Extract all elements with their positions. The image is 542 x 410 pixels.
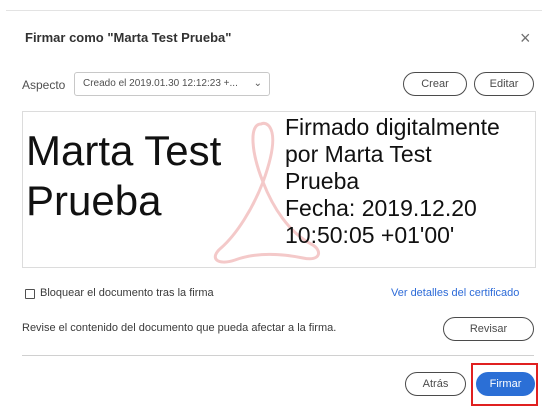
signature-name-line: Prueba (26, 177, 162, 224)
aspect-dropdown[interactable]: Creado el 2019.01.30 12:12:23 +... ⌄ (74, 72, 270, 96)
edit-button[interactable]: Editar (474, 72, 534, 96)
review-message: Revise el contenido del documento que pu… (22, 322, 337, 334)
signature-preview: Marta Test Prueba Firmado digitalmente p… (22, 111, 536, 268)
create-button[interactable]: Crear (403, 72, 467, 96)
dialog-title: Firmar como "Marta Test Prueba" (25, 30, 232, 45)
lock-document-checkbox[interactable] (25, 289, 35, 299)
signature-detail-line: por Marta Test (285, 141, 432, 167)
close-icon[interactable]: × (520, 29, 531, 47)
signature-detail-line: 10:50:05 +01'00' (285, 222, 455, 248)
aspect-selected-value: Creado el 2019.01.30 12:12:23 +... (83, 78, 238, 89)
signature-detail-line: Firmado digitalmente (285, 114, 500, 140)
chevron-down-icon: ⌄ (253, 78, 262, 89)
footer-divider (22, 355, 534, 356)
aspect-label: Aspecto (22, 78, 66, 92)
review-button[interactable]: Revisar (443, 317, 534, 341)
sign-button-highlight (471, 363, 538, 406)
top-divider (6, 10, 542, 11)
signature-name: Marta Test Prueba (26, 126, 288, 226)
back-button[interactable]: Atrás (405, 372, 466, 396)
signature-details: Firmado digitalmente por Marta Test Prue… (285, 114, 535, 249)
signature-detail-line: Prueba (285, 168, 360, 194)
lock-document-label[interactable]: Bloquear el documento tras la firma (40, 287, 214, 299)
signature-name-line: Marta Test (26, 127, 222, 174)
certificate-details-link[interactable]: Ver detalles del certificado (391, 287, 519, 299)
signature-detail-line: Fecha: 2019.12.20 (285, 195, 477, 221)
